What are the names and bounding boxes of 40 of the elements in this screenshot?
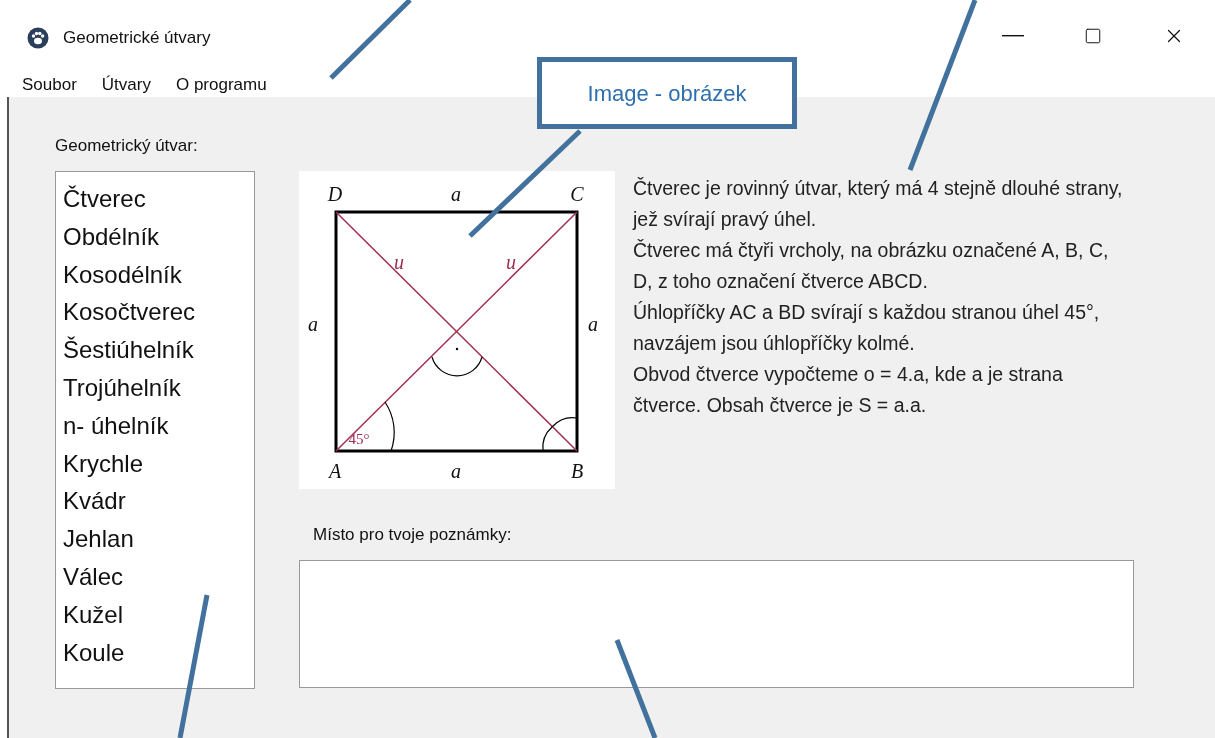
window-title: Geometrické útvary — [63, 27, 211, 50]
diagram-label: a — [308, 313, 318, 335]
list-item[interactable]: Krychle — [62, 444, 145, 483]
list-item[interactable]: Kosočtverec — [62, 293, 197, 332]
maximize-icon — [1084, 27, 1102, 45]
callout-label: Image - obrázek — [537, 57, 797, 129]
diagram-label: 45° — [348, 431, 370, 447]
diagram-label: A — [328, 460, 342, 482]
menu-item[interactable]: Soubor — [22, 73, 77, 96]
list-item[interactable]: Čtverec — [62, 180, 147, 218]
diagram-label: u — [394, 251, 404, 273]
diagram-label: a — [588, 313, 598, 335]
list-item[interactable]: Trojúhelník — [62, 369, 182, 407]
description-text: Čtverec je rovinný útvar, který má 4 stejně dlouhé strany, jež svírají pravý úhel. — [633, 176, 1124, 232]
menu-item[interactable]: Útvary — [101, 73, 151, 96]
diagram-label: B — [570, 460, 584, 482]
list-item[interactable]: Kvádr — [62, 482, 127, 521]
list-item[interactable]: n- úhelník — [62, 406, 170, 445]
menu-item[interactable]: O programu — [175, 73, 267, 96]
diagram-label: u — [506, 251, 516, 273]
description-text: Čtverec má čtyři vrcholy, na obrázku označené A, B, C, D, z toho označení čtverce ABCD. — [633, 238, 1110, 294]
list-item[interactable]: Kosodélník — [62, 255, 183, 294]
shape-listbox[interactable]: Čtverec Obdélník Kosodélník Kosočtverec Šestiúhelník Trojúhelník n- úhelník Krychle Kvádr Jehlan Válec Kužel Koule — [55, 171, 255, 689]
description-text: Úhlopříčky AC a BD svírají s každou stranou úhel 45°, navzájem jsou úhlopříčky kolmé. — [633, 300, 1101, 356]
list-item[interactable]: Válec — [62, 557, 125, 596]
list-item[interactable]: Obdélník — [62, 217, 161, 256]
minimize-icon — [1002, 35, 1024, 37]
list-item[interactable]: Koule — [62, 633, 126, 672]
description-text: Obvod čtverce vypočteme o = 4.a, kde a je strana čtverce. Obsah čtverce je S = a.a. — [633, 362, 1064, 418]
list-item[interactable]: Jehlan — [62, 520, 135, 558]
list-item[interactable]: Šestiúhelník — [62, 331, 195, 369]
diagram-label: D — [327, 183, 343, 205]
list-label: Geometrický útvar: — [55, 135, 199, 157]
notes-label: Místo pro tvoje poznámky: — [313, 524, 513, 546]
diagram-label: C — [570, 183, 584, 205]
paw-icon — [27, 27, 49, 49]
notes-field[interactable] — [299, 560, 1134, 688]
diagram-label: a — [451, 460, 461, 482]
diagram-label: a — [451, 183, 461, 205]
list-item[interactable]: Kužel — [62, 595, 125, 634]
